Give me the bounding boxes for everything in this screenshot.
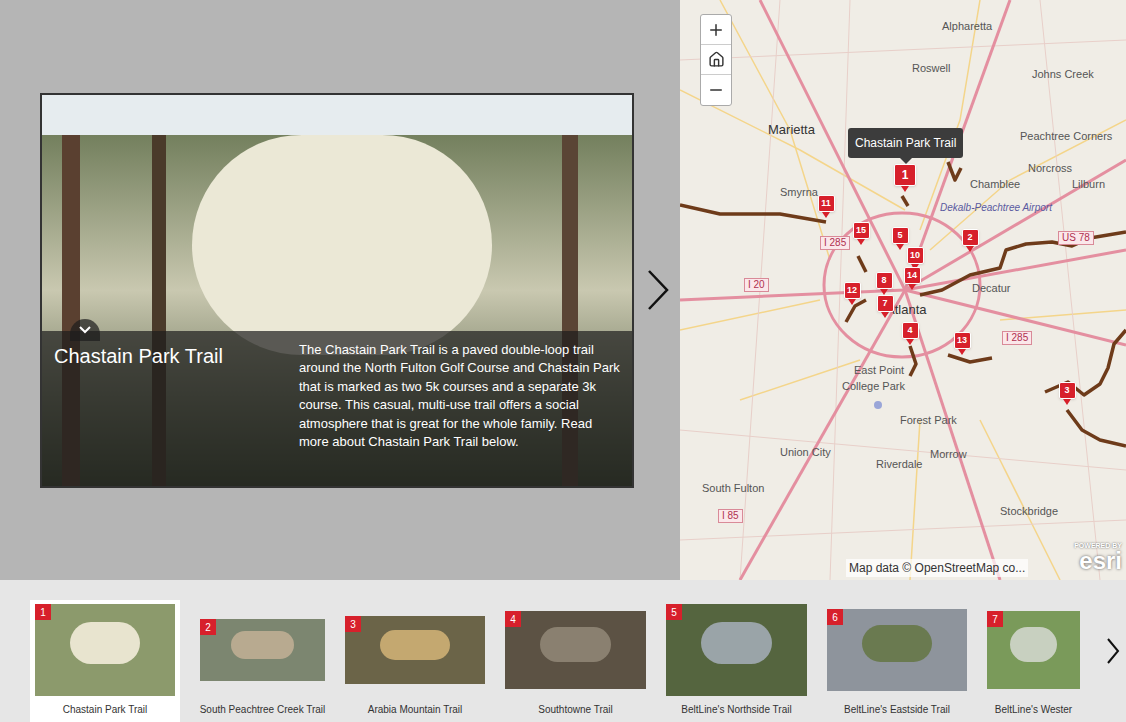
thumbnail: 7 (987, 611, 1080, 689)
caption-description: The Chastain Park Trail is a paved doubl… (299, 341, 620, 478)
thumbnail: 5 (666, 604, 807, 696)
zoom-in-button[interactable] (701, 15, 731, 45)
place-label: Lilburn (1072, 176, 1105, 193)
place-label: Roswell (912, 60, 951, 77)
road-shield: I 285 (1002, 331, 1032, 345)
story-map-tour: Chastain Park TrailThe Chastain Park Tra… (0, 0, 1126, 722)
place-label: Union City (780, 444, 831, 461)
carousel-item[interactable]: 3 Arabia Mountain Trail (345, 600, 485, 722)
carousel-label: Arabia Mountain Trail (368, 702, 463, 717)
map-pin[interactable]: 1 (894, 164, 916, 192)
home-button[interactable] (701, 45, 731, 75)
collapse-button[interactable] (70, 319, 100, 341)
minus-icon (707, 81, 725, 99)
place-label: East Point (854, 362, 904, 379)
caption-panel: Chastain Park TrailThe Chastain Park Tra… (42, 331, 632, 486)
chevron-right-icon (1106, 637, 1120, 665)
place-label: Chamblee (970, 176, 1020, 193)
map-pin[interactable]: 14 (904, 267, 921, 290)
esri-logo: POWERED BYesri (1074, 542, 1122, 572)
carousel-label: Chastain Park Trail (63, 702, 147, 717)
map-pin[interactable]: 7 (877, 295, 894, 318)
thumbnail: 6 (827, 609, 967, 691)
zoom-out-button[interactable] (701, 75, 731, 105)
road-shield: I 285 (820, 236, 850, 250)
map-pin[interactable]: 13 (954, 332, 971, 355)
place-label: Dekalb-Peachtree Airport (940, 202, 1020, 213)
carousel-label: BeltLine's Eastside Trail (844, 702, 950, 717)
carousel: 1 Chastain Park Trail 2 South Peachtree Cre… (0, 580, 1126, 722)
map-pin[interactable]: 12 (844, 282, 861, 305)
home-icon (708, 51, 725, 68)
map-pin[interactable]: 8 (876, 272, 893, 295)
carousel-item[interactable]: 2 South Peachtree Creek Trail (200, 600, 325, 722)
carousel-item[interactable]: 7 BeltLine's Wester (987, 600, 1080, 722)
map-pin[interactable]: 2 (962, 229, 979, 252)
thumbnail: 2 (200, 619, 325, 681)
map-pin[interactable]: 5 (892, 227, 909, 250)
photo-card: Chastain Park TrailThe Chastain Park Tra… (40, 93, 634, 488)
carousel-label: South Peachtree Creek Trail (200, 702, 326, 717)
map[interactable]: Alpharetta Roswell Johns Creek Peachtree Co… (680, 0, 1126, 580)
carousel-label: BeltLine's Wester (995, 702, 1072, 717)
road-shield: I 20 (744, 278, 769, 292)
carousel-next-button[interactable] (1100, 580, 1126, 722)
place-label: Peachtree Corners (1020, 128, 1112, 145)
chevron-right-icon (647, 269, 669, 311)
carousel-item[interactable]: 5 BeltLine's Northside Trail (666, 600, 807, 722)
place-label: Morrow (930, 446, 967, 463)
chevron-down-icon (79, 326, 91, 334)
place-label: Stockbridge (1000, 503, 1058, 520)
thumbnail: 1 (35, 604, 175, 696)
thumbnail: 4 (505, 611, 646, 689)
map-pin[interactable]: 15 (853, 222, 870, 245)
carousel-item[interactable]: 4 Southtowne Trail (505, 600, 646, 722)
map-pin[interactable]: 3 (1059, 382, 1076, 405)
next-button[interactable] (646, 268, 670, 312)
road-shield: US 78 (1058, 231, 1094, 245)
place-label: Alpharetta (942, 18, 992, 35)
place-label: Norcross (1028, 160, 1072, 177)
plus-icon (707, 21, 725, 39)
place-label: Johns Creek (1032, 66, 1094, 83)
place-label: Forest Park (900, 412, 957, 429)
map-attribution: Map data © OpenStreetMap co... (846, 559, 1028, 577)
place-label: Marietta (768, 120, 815, 140)
media-panel: Chastain Park TrailThe Chastain Park Tra… (0, 0, 680, 580)
carousel-label: BeltLine's Northside Trail (681, 702, 791, 717)
zoom-controls (700, 14, 732, 106)
place-label: Decatur (972, 280, 1011, 297)
map-tooltip: Chastain Park Trail (848, 128, 963, 164)
map-pin[interactable]: 11 (818, 195, 835, 218)
road-shield: I 85 (718, 509, 743, 523)
place-label: College Park (842, 378, 905, 395)
carousel-item[interactable]: 6 BeltLine's Eastside Trail (827, 600, 967, 722)
place-label: Smyrna (780, 184, 818, 201)
carousel-item[interactable]: 1 Chastain Park Trail (30, 600, 180, 722)
place-label: Riverdale (876, 456, 922, 473)
map-pin[interactable]: 4 (902, 322, 919, 345)
place-label: South Fulton (702, 480, 764, 497)
caption-title: Chastain Park Trail (54, 341, 299, 478)
carousel-label: Southtowne Trail (538, 702, 613, 717)
thumbnail: 3 (345, 616, 485, 684)
